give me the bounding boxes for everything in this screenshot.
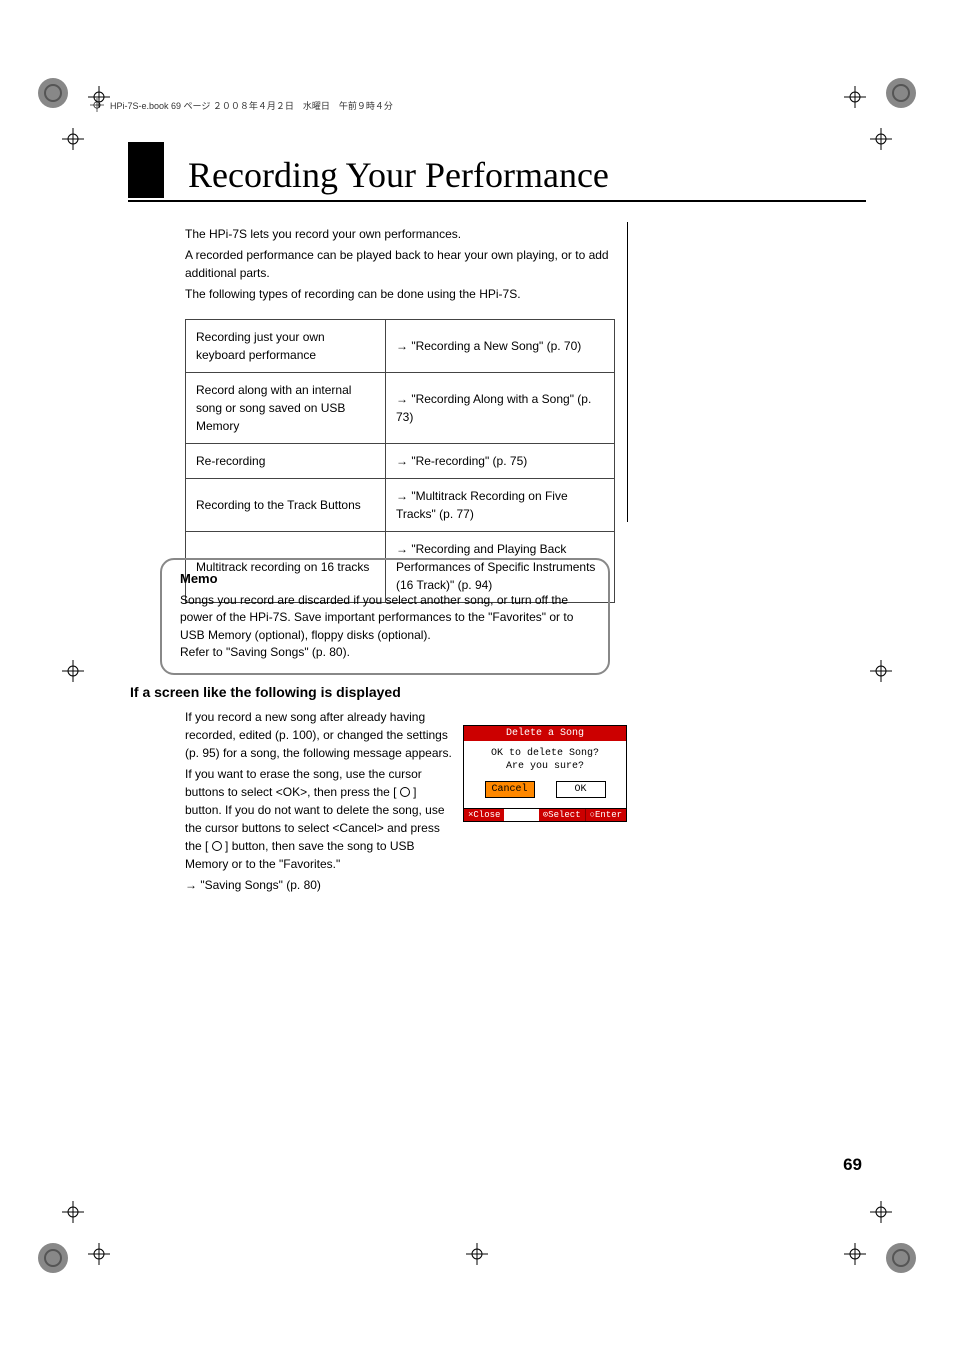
memo-title: Memo: [180, 570, 590, 589]
dialog-message: OK to delete Song?: [468, 747, 622, 760]
circle-button-icon: [212, 841, 222, 851]
page-title: Recording Your Performance: [188, 154, 609, 200]
intro-line: A recorded performance can be played bac…: [185, 246, 625, 282]
intro-line: The HPi-7S lets you record your own perf…: [185, 225, 625, 243]
print-gear-icon: [886, 78, 916, 108]
header-meta: HPi-7S-e.book 69 ページ ２００８年４月２日 水曜日 午前９時４…: [90, 98, 864, 112]
footer-close: ×Close: [464, 809, 504, 821]
table-row: Re-recording→ "Re-recording" (p. 75): [186, 444, 615, 479]
cancel-button[interactable]: Cancel: [485, 781, 535, 798]
registration-mark-icon: [466, 1243, 488, 1265]
registration-mark-icon: [62, 660, 84, 682]
print-gear-icon: [38, 1243, 68, 1273]
registration-mark-icon: [88, 1243, 110, 1265]
dialog-title: Delete a Song: [464, 726, 626, 741]
registration-mark-icon: [870, 1201, 892, 1223]
registration-mark-icon: [62, 1201, 84, 1223]
registration-mark-icon: [62, 128, 84, 150]
chapter-marker: [128, 142, 164, 198]
table-row: Recording to the Track Buttons→ "Multitr…: [186, 479, 615, 532]
memo-body: Refer to "Saving Songs" (p. 80).: [180, 644, 590, 661]
circle-button-icon: [400, 787, 410, 797]
memo-body: Songs you record are discarded if you se…: [180, 592, 590, 644]
section-text: If you want to erase the song, use the c…: [185, 765, 455, 873]
delete-song-dialog: Delete a Song OK to delete Song? Are you…: [463, 725, 627, 822]
vertical-rule: [627, 222, 628, 522]
header-meta-text: HPi-7S-e.book 69 ページ ２００８年４月２日 水曜日 午前９時４…: [110, 99, 393, 112]
section-text: → "Saving Songs" (p. 80): [185, 876, 455, 894]
dialog-message: Are you sure?: [468, 760, 622, 773]
ok-button[interactable]: OK: [556, 781, 606, 798]
registration-mark-icon: [870, 660, 892, 682]
registration-mark-icon: [844, 1243, 866, 1265]
registration-mark-icon: [870, 128, 892, 150]
table-row: Record along with an internal song or so…: [186, 373, 615, 444]
footer-select: ⊙Select: [539, 809, 585, 821]
print-gear-icon: [886, 1243, 916, 1273]
section-heading: If a screen like the following is displa…: [130, 684, 620, 700]
footer-enter: ○Enter: [585, 809, 626, 821]
memo-box: Memo Songs you record are discarded if y…: [160, 558, 610, 675]
registration-mark-icon: [90, 98, 104, 112]
table-row: Recording just your own keyboard perform…: [186, 320, 615, 373]
section-text: If you record a new song after already h…: [185, 708, 455, 762]
page-number: 69: [843, 1155, 862, 1175]
intro-line: The following types of recording can be …: [185, 285, 625, 303]
print-gear-icon: [38, 78, 68, 108]
